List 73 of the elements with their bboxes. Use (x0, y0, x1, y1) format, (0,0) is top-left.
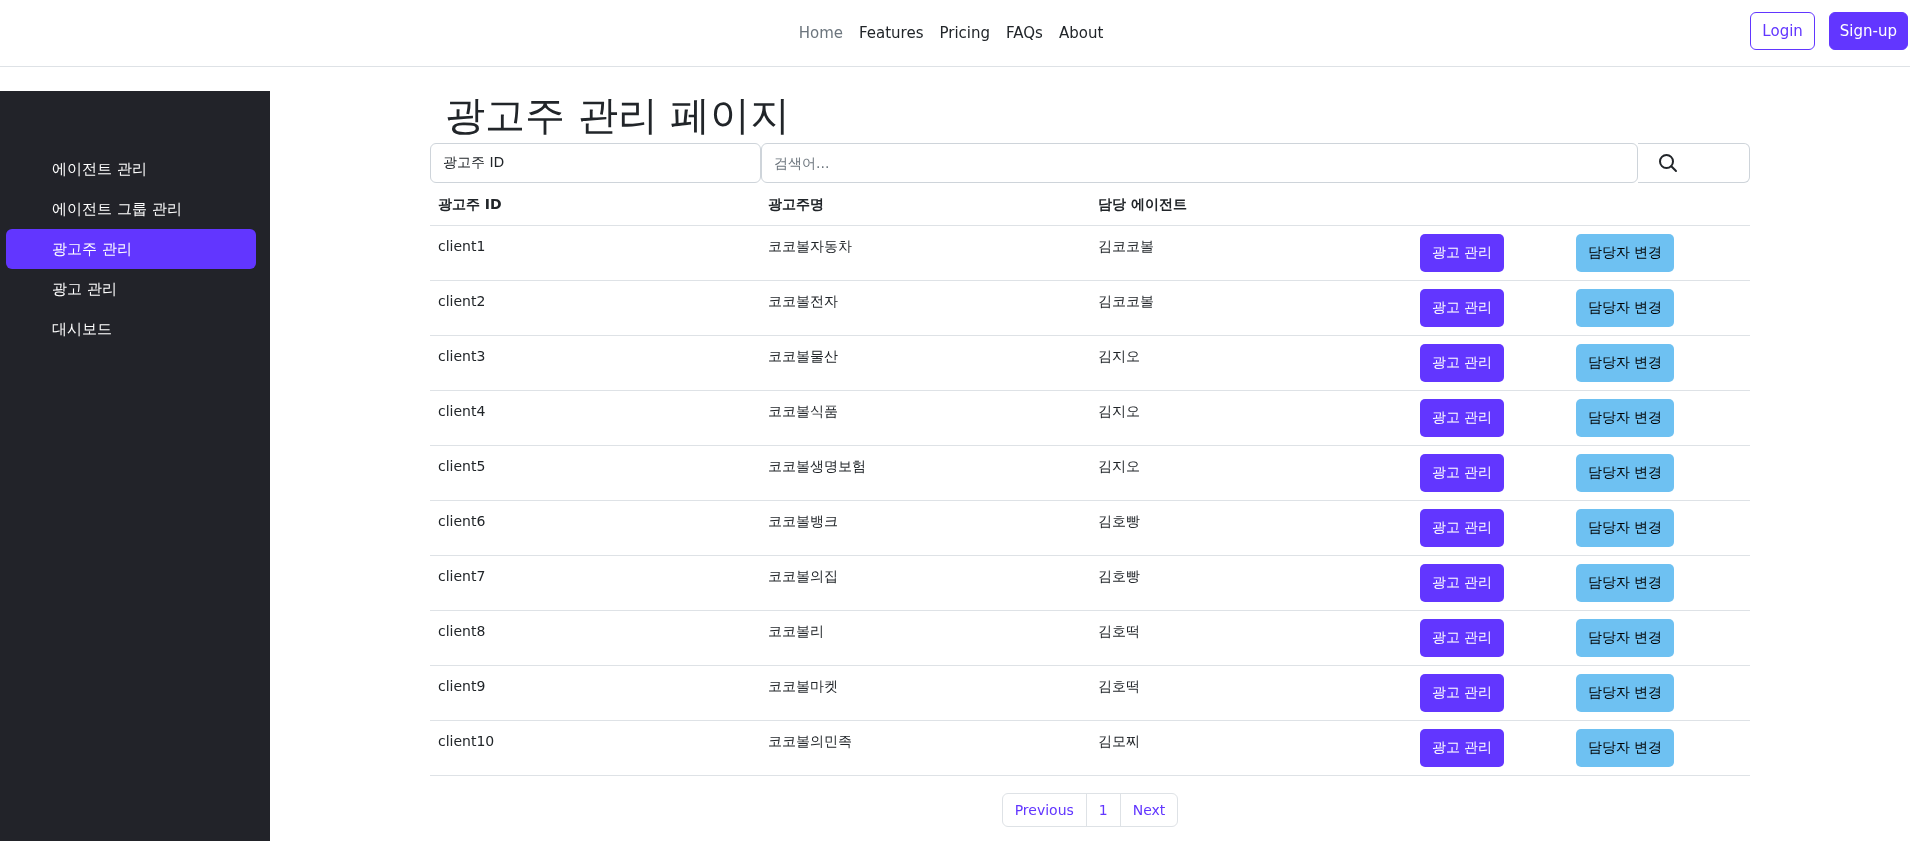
table-cell: client6 (430, 500, 760, 555)
previous-link[interactable]: Previous (1002, 793, 1086, 826)
change-manager-button[interactable]: 담당자 변경 (1576, 563, 1675, 602)
table-cell: 김호빵 (1090, 500, 1420, 555)
ad-manage-button[interactable]: 광고 관리 (1420, 728, 1505, 767)
table-cell: 코코볼식품 (760, 390, 1090, 445)
table-cell: 코코볼자동차 (760, 225, 1090, 280)
filter-select[interactable]: 광고주 ID (430, 143, 761, 183)
change-manager-button[interactable]: 담당자 변경 (1576, 453, 1675, 492)
table-cell: 김지오 (1090, 390, 1420, 445)
table-cell: client10 (430, 720, 760, 775)
ad-manage-button[interactable]: 광고 관리 (1420, 563, 1505, 602)
table-cell: 코코볼물산 (760, 335, 1090, 390)
signup-button[interactable]: Sign-up (1828, 12, 1908, 50)
sidebar-item[interactable]: 광고 관리 (6, 269, 256, 309)
change-manager-button[interactable]: 담당자 변경 (1576, 618, 1675, 657)
ad-manage-button[interactable]: 광고 관리 (1420, 508, 1505, 547)
change-manager-button[interactable]: 담당자 변경 (1576, 728, 1675, 767)
search-field[interactable]: 검색어... (761, 143, 1638, 183)
table-cell: 김호떡 (1090, 665, 1420, 720)
table-cell: 코코볼생명보험 (760, 445, 1090, 500)
table-cell: client4 (430, 390, 760, 445)
page-title: 광고주 관리 페이지 (445, 91, 792, 140)
table-cell: 김지오 (1090, 445, 1420, 500)
nav-link[interactable]: Pricing (932, 18, 998, 48)
ad-manage-button[interactable]: 광고 관리 (1420, 618, 1505, 657)
table-cell: 코코볼리 (760, 610, 1090, 665)
table-cell: client3 (430, 335, 760, 390)
nav-link[interactable]: FAQs (999, 18, 1050, 48)
table-cell: 코코볼마켓 (760, 665, 1090, 720)
table-cell: 코코볼의민족 (760, 720, 1090, 775)
nav-link[interactable]: Features (852, 18, 931, 48)
login-button[interactable]: Login (1750, 12, 1815, 50)
table-cell: 김지오 (1090, 335, 1420, 390)
column-header: 광고주 ID (430, 185, 760, 225)
search-button[interactable] (1638, 143, 1750, 183)
ad-manage-button[interactable]: 광고 관리 (1420, 233, 1505, 272)
table-cell: 김호떡 (1090, 610, 1420, 665)
table-cell: 코코볼뱅크 (760, 500, 1090, 555)
table-cell: 코코볼의집 (760, 555, 1090, 610)
ad-manage-button[interactable]: 광고 관리 (1420, 673, 1505, 712)
change-manager-button[interactable]: 담당자 변경 (1576, 508, 1675, 547)
ad-manage-button[interactable]: 광고 관리 (1420, 288, 1505, 327)
search-icon (1658, 153, 1678, 173)
table-cell: client1 (430, 225, 760, 280)
nav-link[interactable]: About (1051, 18, 1111, 48)
table-cell: client8 (430, 610, 760, 665)
change-manager-button[interactable]: 담당자 변경 (1576, 398, 1675, 437)
change-manager-button[interactable]: 담당자 변경 (1576, 673, 1675, 712)
column-header: 광고주명 (760, 185, 1090, 225)
sidebar-item[interactable]: 대시보드 (6, 309, 256, 349)
table-cell: 김호빵 (1090, 555, 1420, 610)
ad-manage-button[interactable]: 광고 관리 (1420, 343, 1505, 382)
column-header: 담당 에이전트 (1090, 185, 1420, 225)
change-manager-button[interactable]: 담당자 변경 (1576, 343, 1675, 382)
table-cell: 김코코볼 (1090, 280, 1420, 335)
change-manager-button[interactable]: 담당자 변경 (1576, 288, 1675, 327)
nav-link[interactable]: Home (791, 18, 850, 48)
sidebar-item[interactable]: 광고주 관리 (6, 229, 256, 269)
table-cell: 코코볼전자 (760, 280, 1090, 335)
table-cell: 김모찌 (1090, 720, 1420, 775)
page-link[interactable]: 1 (1085, 793, 1120, 826)
table-cell: client9 (430, 665, 760, 720)
ad-manage-button[interactable]: 광고 관리 (1420, 398, 1505, 437)
table-cell: client2 (430, 280, 760, 335)
ad-manage-button[interactable]: 광고 관리 (1420, 453, 1505, 492)
next-link[interactable]: Next (1119, 793, 1178, 826)
table-cell: 김코코볼 (1090, 225, 1420, 280)
table-cell: client5 (430, 445, 760, 500)
sidebar-item[interactable]: 에이전트 관리 (6, 149, 256, 189)
table-cell: client7 (430, 555, 760, 610)
sidebar-item[interactable]: 에이전트 그룹 관리 (6, 189, 256, 229)
change-manager-button[interactable]: 담당자 변경 (1576, 233, 1675, 272)
